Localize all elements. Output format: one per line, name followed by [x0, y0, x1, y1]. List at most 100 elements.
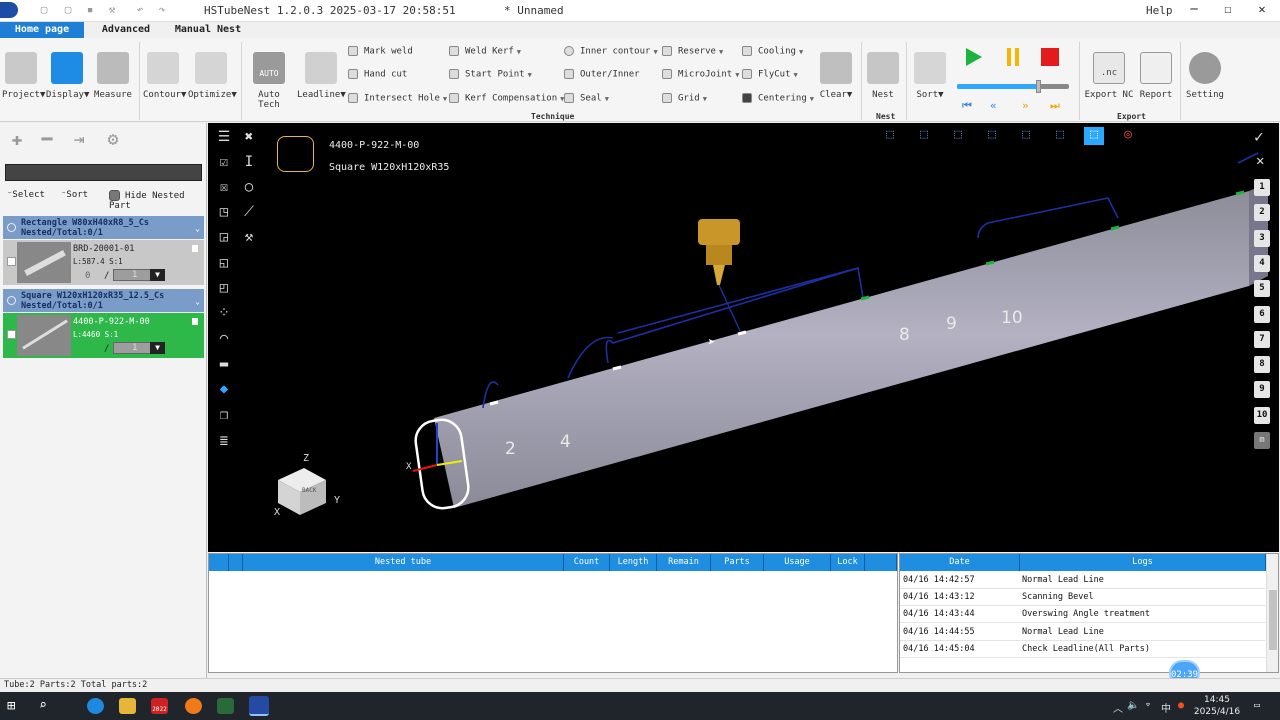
contour-button[interactable]: Contour▼	[143, 52, 186, 100]
outer-inner-button[interactable]: Outer/Inner	[564, 69, 640, 80]
start-point-button[interactable]: Start Point ▼	[449, 69, 532, 80]
intersect-hole-button[interactable]: Intersect Hole ▼	[348, 93, 447, 104]
table-header[interactable]: Count	[564, 554, 610, 571]
ime-language[interactable]: 中	[1161, 700, 1171, 715]
table-header[interactable]	[209, 554, 229, 571]
inner-contour-button[interactable]: Inner contour ▼	[564, 46, 658, 57]
3d-viewport[interactable]: ☰ ✖ ☑ I ☒ ○ ◳ ⟋ ◲ ⚒ ◱ ◰ ⁘ ⌒ ▬ ◆ ❐ ≣ 4400…	[208, 123, 1279, 552]
log-scrollbar[interactable]	[1266, 554, 1278, 672]
tab-advanced[interactable]: Advanced	[88, 22, 164, 38]
chevron-down-icon[interactable]: ⌄	[195, 297, 200, 306]
side-number-button[interactable]: 9	[1254, 381, 1270, 398]
microjoint-button[interactable]: MicroJoint ▼	[662, 69, 739, 80]
export-nc-button[interactable]: .nc Export NC	[1084, 52, 1134, 100]
side-number-button[interactable]: 8	[1254, 356, 1270, 373]
table-row[interactable]: 04/16 14:42:57 Normal Lead Line	[900, 572, 1265, 589]
table-header[interactable]: Usage	[764, 554, 831, 571]
add-part-icon[interactable]: ✚	[6, 131, 28, 149]
tab-manual-nest[interactable]: Manual Nest	[168, 22, 248, 38]
new-file-icon[interactable]: ▢	[38, 4, 50, 16]
notification-icon[interactable]: ▭	[1254, 700, 1260, 711]
setting-button[interactable]: Setting	[1186, 52, 1224, 100]
side-number-button[interactable]: m	[1254, 432, 1270, 449]
open-file-icon[interactable]: ▢	[62, 4, 74, 16]
sort-button[interactable]: Sort▼	[910, 52, 950, 100]
flycut-button[interactable]: FlyCut ▼	[742, 69, 798, 80]
play-icon[interactable]	[966, 48, 982, 66]
edge-browser-icon[interactable]	[87, 698, 104, 714]
leadline-button[interactable]: Leadline▼	[297, 52, 346, 100]
progress-slider[interactable]	[957, 84, 1069, 89]
hstubenest-taskbar-icon[interactable]	[249, 696, 269, 716]
auto-tech-button[interactable]: AUTO Auto Tech	[246, 52, 292, 110]
side-number-button[interactable]: 10	[1254, 407, 1270, 424]
security-tray-icon[interactable]: ●	[1178, 700, 1184, 711]
machine-part-icon[interactable]: ⚙	[102, 131, 124, 149]
display-button[interactable]: Display▼	[46, 52, 89, 100]
weld-kerf-button[interactable]: Weld Kerf ▼	[449, 46, 521, 57]
reserve-button[interactable]: Reserve ▼	[662, 46, 723, 57]
project-button[interactable]: Project▼	[2, 52, 45, 100]
media-app-icon[interactable]	[185, 698, 202, 714]
select-dropdown[interactable]: ⁻Select	[7, 190, 45, 200]
nest-button[interactable]: Nest	[864, 52, 902, 100]
part-checkbox[interactable]	[7, 330, 16, 339]
start-menu-icon[interactable]: ⊞	[7, 698, 24, 714]
part-search-input[interactable]	[5, 164, 202, 181]
table-header[interactable]: Logs	[1020, 554, 1266, 571]
spreadsheet-app-icon[interactable]	[217, 698, 234, 714]
cad-app-icon[interactable]: 2022	[151, 698, 168, 714]
table-row[interactable]: 04/16 14:43:12 Scanning Bevel	[900, 589, 1265, 606]
table-header[interactable]	[229, 554, 243, 571]
grid-button[interactable]: Grid ▼	[662, 93, 707, 104]
search-icon[interactable]: ⌕	[39, 698, 56, 714]
close-window-icon[interactable]: ✕	[1252, 2, 1272, 18]
side-number-button[interactable]: 3	[1254, 230, 1270, 247]
network-icon[interactable]: ⌔	[1145, 700, 1151, 711]
tab-home-page[interactable]: Home page	[0, 22, 84, 38]
measure-button[interactable]: Measure	[94, 52, 132, 100]
side-number-button[interactable]: 4	[1254, 255, 1270, 272]
remove-part-icon[interactable]: ━	[36, 131, 58, 149]
side-number-button[interactable]: 2	[1254, 204, 1270, 221]
table-row[interactable]: 04/16 14:45:04 Check Leadline(All Parts)	[900, 641, 1265, 658]
undo-icon[interactable]: ↶	[134, 4, 146, 16]
part-group-header[interactable]: Rectangle W80xH40xR8_5_Cs Nested/Total:0/…	[3, 216, 204, 239]
kerf-compensation-button[interactable]: Kerf Compensation ▼	[449, 93, 564, 104]
seal-button[interactable]: Seal ▼	[564, 93, 609, 104]
mark-weld-button[interactable]: Mark weld	[348, 46, 413, 57]
list-item[interactable]: BRD-20001-01 L:587.4 S:1 0 / 1 ▼	[3, 240, 204, 285]
table-header[interactable]: Lock	[831, 554, 865, 571]
clear-button[interactable]: Clear▼	[816, 52, 856, 100]
side-number-button[interactable]: 6	[1254, 306, 1270, 323]
redo-icon[interactable]: ↷	[156, 4, 168, 16]
chevron-down-icon[interactable]: ⌄	[195, 224, 200, 233]
table-header[interactable]: Parts	[711, 554, 764, 571]
side-number-button[interactable]: 5	[1254, 280, 1270, 297]
table-row[interactable]: 04/16 14:43:44 Overswing Angle treatment	[900, 606, 1265, 623]
report-button[interactable]: Report	[1137, 52, 1175, 100]
part-checkbox[interactable]	[7, 257, 16, 266]
system-clock[interactable]: 14:45 2025/4/16	[1188, 694, 1246, 718]
stop-icon[interactable]	[1041, 48, 1059, 66]
minimize-icon[interactable]: ─	[1184, 2, 1204, 18]
part-group-header[interactable]: Square W120xH120xR35_12.5_Cs Nested/Total…	[3, 289, 204, 312]
quantity-dropdown-icon[interactable]: ▼	[150, 269, 165, 281]
side-number-button[interactable]: 7	[1254, 331, 1270, 348]
side-number-button[interactable]: 1	[1254, 179, 1270, 196]
table-header[interactable]: Length	[610, 554, 657, 571]
first-step-icon[interactable]: ⏮	[962, 99, 972, 113]
tray-chevron-icon[interactable]: ︿	[1113, 700, 1123, 715]
quantity-dropdown-icon[interactable]: ▼	[150, 342, 165, 354]
table-row[interactable]: 04/16 14:44:55 Normal Lead Line	[900, 624, 1265, 641]
last-step-icon[interactable]: ⏭	[1050, 99, 1060, 113]
tube-body[interactable]	[434, 191, 1249, 508]
optimize-button[interactable]: Optimize▼	[188, 52, 237, 100]
sort-dropdown[interactable]: ⁻Sort	[61, 190, 88, 200]
slider-handle[interactable]	[1036, 80, 1041, 93]
file-explorer-icon[interactable]	[119, 698, 136, 714]
pause-icon[interactable]	[1005, 48, 1021, 66]
table-header[interactable]: Nested tube	[243, 554, 564, 571]
table-header[interactable]: Remain	[657, 554, 711, 571]
hand-cut-button[interactable]: Hand cut	[348, 69, 407, 80]
